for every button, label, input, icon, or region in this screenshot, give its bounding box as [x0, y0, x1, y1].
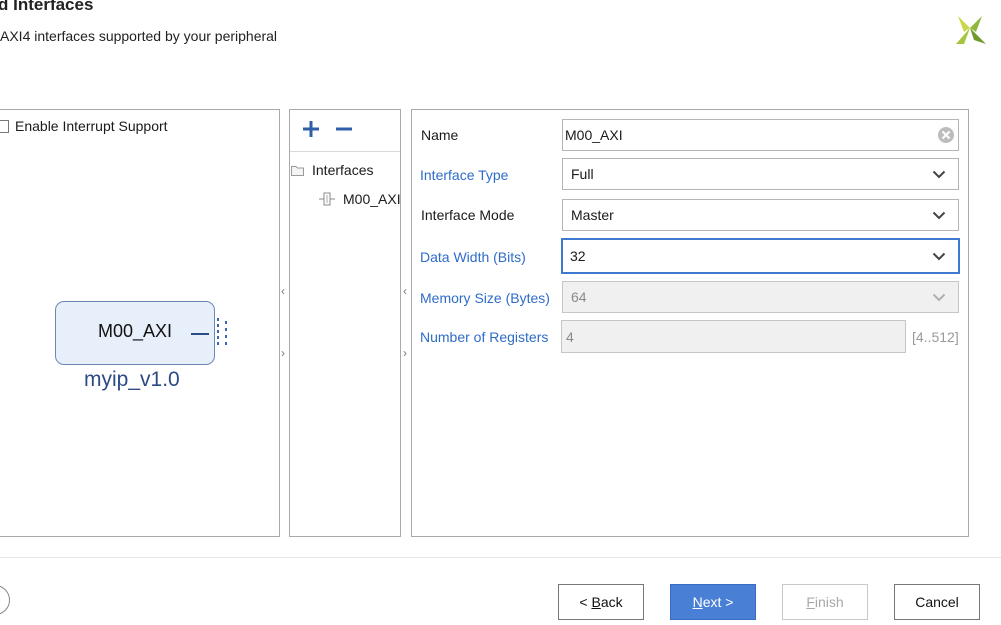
- interface-mode-label: Interface Mode: [421, 207, 515, 223]
- memory-size-label: Memory Size (Bytes): [420, 290, 550, 306]
- folder-icon: [291, 165, 304, 176]
- interrupt-support-checkbox[interactable]: [0, 119, 9, 133]
- bus-interface-icon: [319, 192, 335, 206]
- back-button-prefix: <: [579, 594, 592, 610]
- back-button-label: ack: [600, 594, 623, 610]
- ip-port-label: M00_AXI: [98, 321, 173, 341]
- chevron-down-icon: [932, 211, 946, 220]
- tree-item-label: M00_AXI: [343, 191, 401, 207]
- tree-item-interfaces[interactable]: Interfaces: [291, 162, 373, 178]
- page-subtitle: AXI4 interfaces supported by your periph…: [0, 28, 278, 44]
- collapse-left-icon[interactable]: ‹: [281, 284, 285, 298]
- add-interface-icon[interactable]: [300, 118, 322, 140]
- data-width-select[interactable]: 32: [561, 238, 960, 274]
- interface-mode-select[interactable]: Master: [562, 199, 959, 231]
- finish-button: Finish: [782, 584, 868, 620]
- collapse-left-icon[interactable]: ‹: [403, 284, 407, 298]
- next-button-mnemonic: N: [692, 594, 703, 610]
- number-of-registers-label: Number of Registers: [420, 329, 549, 345]
- name-field[interactable]: M00_AXI: [562, 119, 959, 151]
- name-label: Name: [421, 127, 459, 143]
- data-width-value: 32: [570, 248, 586, 264]
- memory-size-value: 64: [571, 289, 587, 305]
- number-of-registers-field: 4: [561, 320, 906, 353]
- next-button[interactable]: Next >: [670, 584, 756, 620]
- number-of-registers-value: 4: [566, 328, 574, 345]
- toolbar-divider: [290, 151, 400, 152]
- page-title: d Interfaces: [0, 0, 94, 14]
- xilinx-logo-icon: [956, 16, 986, 44]
- interface-type-select[interactable]: Full: [562, 158, 959, 190]
- cancel-button[interactable]: Cancel: [894, 584, 980, 620]
- registers-range-hint: [4..512]: [912, 329, 959, 345]
- interrupt-support-option[interactable]: Enable Interrupt Support: [0, 118, 168, 134]
- remove-interface-icon[interactable]: [333, 118, 355, 140]
- finish-button-label: inish: [814, 594, 844, 610]
- next-button-label: ext >: [702, 594, 734, 610]
- back-button[interactable]: < Back: [558, 584, 644, 620]
- clear-icon[interactable]: [937, 126, 955, 144]
- bus-interface-icon: [217, 318, 227, 345]
- interface-type-label: Interface Type: [420, 167, 509, 183]
- tree-item-m00-axi[interactable]: M00_AXI: [319, 191, 401, 207]
- ip-port-pin: [191, 333, 209, 335]
- expand-right-icon[interactable]: ›: [403, 346, 407, 360]
- finish-button-mnemonic: F: [806, 594, 815, 610]
- cancel-button-label: Cancel: [915, 594, 959, 610]
- interrupt-support-label: Enable Interrupt Support: [15, 118, 168, 134]
- chevron-down-icon: [932, 293, 946, 302]
- chevron-down-icon: [932, 170, 946, 179]
- data-width-label: Data Width (Bits): [420, 249, 526, 265]
- name-value: M00_AXI: [565, 127, 623, 143]
- memory-size-select: 64: [562, 281, 959, 313]
- expand-right-icon[interactable]: ›: [281, 346, 285, 360]
- ip-name: myip_v1.0: [84, 368, 180, 391]
- help-button[interactable]: [0, 585, 10, 615]
- back-button-mnemonic: B: [591, 594, 601, 610]
- interface-type-value: Full: [571, 166, 594, 182]
- chevron-down-icon: [932, 252, 946, 261]
- interface-mode-value: Master: [571, 207, 614, 223]
- tree-item-label: Interfaces: [312, 162, 374, 178]
- footer-divider: [0, 557, 1001, 558]
